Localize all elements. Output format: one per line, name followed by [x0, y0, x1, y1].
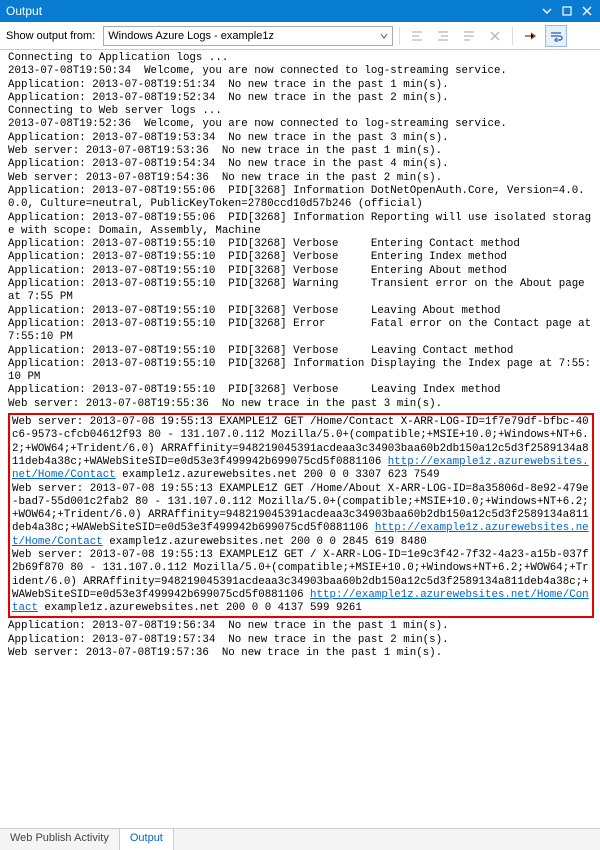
dropdown-selected-value: Windows Azure Logs - example1z	[108, 30, 378, 42]
output-source-dropdown[interactable]: Windows Azure Logs - example1z	[103, 26, 393, 46]
log-lines-pre: Connecting to Application logs ... 2013-…	[8, 52, 594, 411]
indent-right-button[interactable]	[432, 25, 454, 47]
chevron-down-icon	[378, 32, 390, 40]
indent-left-button[interactable]	[406, 25, 428, 47]
close-button[interactable]	[578, 3, 596, 19]
go-to-button[interactable]	[458, 25, 480, 47]
separator	[512, 27, 513, 45]
maximize-button[interactable]	[558, 3, 576, 19]
highlighted-log-block: Web server: 2013-07-08 19:55:13 EXAMPLE1…	[8, 413, 594, 618]
title-bar: Output	[0, 0, 600, 22]
log-output-area[interactable]: Connecting to Application logs ... 2013-…	[0, 50, 600, 828]
tab-web-publish-activity[interactable]: Web Publish Activity	[0, 829, 120, 850]
tab-output[interactable]: Output	[120, 829, 174, 850]
window-title: Output	[4, 4, 536, 18]
log-entry: example1z.azurewebsites.net 200 0 0 2845…	[103, 536, 427, 548]
word-wrap-button[interactable]	[545, 25, 567, 47]
bottom-tab-bar: Web Publish Activity Output	[0, 828, 600, 850]
output-source-label: Show output from:	[6, 30, 95, 42]
clear-all-button[interactable]	[484, 25, 506, 47]
separator	[399, 27, 400, 45]
toggle-stream-button[interactable]	[519, 25, 541, 47]
log-lines-post: Application: 2013-07-08T19:56:34 No new …	[8, 620, 594, 660]
toolbar: Show output from: Windows Azure Logs - e…	[0, 22, 600, 50]
log-entry: example1z.azurewebsites.net 200 0 0 4137…	[38, 602, 362, 614]
log-entry: example1z.azurewebsites.net 200 0 0 3307…	[116, 469, 440, 481]
dropdown-position-button[interactable]	[538, 3, 556, 19]
